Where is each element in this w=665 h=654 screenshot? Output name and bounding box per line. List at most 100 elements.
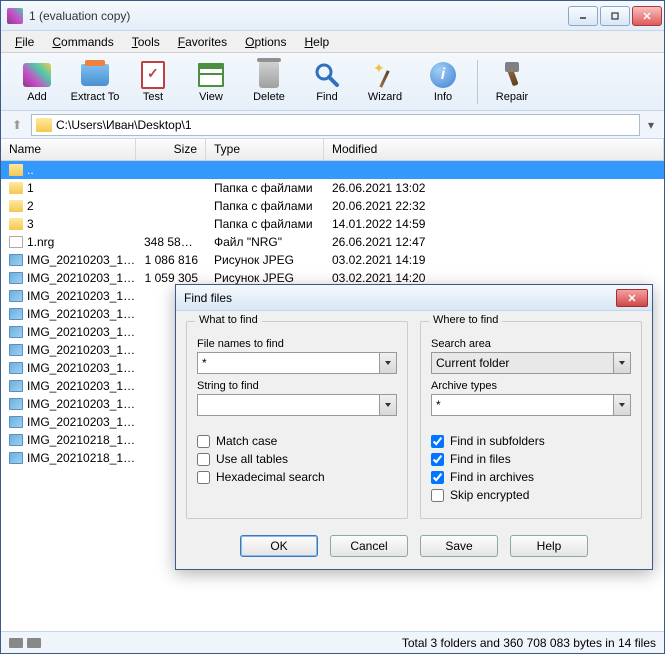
img-icon [9,398,23,410]
maximize-button[interactable] [600,6,630,26]
menubar: File Commands Tools Favorites Options He… [1,31,664,53]
folder-icon [9,164,23,176]
img-icon [9,416,23,428]
menu-tools[interactable]: Tools [124,33,168,51]
view-icon [198,63,224,87]
extract-button[interactable]: Extract To [67,56,123,108]
test-icon [141,61,165,89]
chevron-down-icon[interactable] [613,352,631,374]
img-icon [9,344,23,356]
titlebar[interactable]: 1 (evaluation copy) [1,1,664,31]
subfolders-checkbox[interactable]: Find in subfolders [431,434,631,448]
table-row[interactable]: 1.nrg348 581 330Файл "NRG"26.06.2021 12:… [1,233,664,251]
table-row[interactable]: 1Папка с файлами26.06.2021 13:02 [1,179,664,197]
filenames-label: File names to find [197,338,397,350]
chevron-down-icon[interactable] [613,394,631,416]
img-icon [9,272,23,284]
status-icons [9,638,41,648]
skipencrypted-checkbox[interactable]: Skip encrypted [431,488,631,502]
dialog-buttons: OK Cancel Save Help [176,529,652,569]
archivetypes-input[interactable] [431,394,613,416]
col-size[interactable]: Size [136,139,206,160]
file-icon [9,236,23,248]
add-button[interactable]: Add [9,56,65,108]
folder-icon [9,200,23,212]
searcharea-combo[interactable] [431,352,631,374]
cancel-button[interactable]: Cancel [330,535,408,557]
wand-icon [373,62,397,88]
dialog-close-button[interactable] [616,289,648,307]
img-icon [9,362,23,374]
test-button[interactable]: Test [125,56,181,108]
folder-icon [9,218,23,230]
path-input[interactable] [56,118,635,132]
img-icon [9,452,23,464]
inarchives-checkbox[interactable]: Find in archives [431,470,631,484]
ok-button[interactable]: OK [240,535,318,557]
matchcase-checkbox[interactable]: Match case [197,434,397,448]
path-box[interactable] [31,114,640,136]
minimize-button[interactable] [568,6,598,26]
archive-icon [23,63,51,87]
app-icon [7,8,23,24]
wizard-button[interactable]: Wizard [357,56,413,108]
extract-icon [81,64,109,86]
toolbar: Add Extract To Test View Delete Find Wiz… [1,53,664,111]
infiles-checkbox[interactable]: Find in files [431,452,631,466]
chevron-down-icon[interactable] [379,394,397,416]
col-modified[interactable]: Modified [324,139,664,160]
img-icon [9,308,23,320]
table-row[interactable]: IMG_20210203_1…1 086 816Рисунок JPEG03.0… [1,251,664,269]
help-button[interactable]: Help [510,535,588,557]
filenames-input[interactable] [197,352,379,374]
menu-options[interactable]: Options [237,33,294,51]
what-to-find-group: What to find File names to find String t… [186,321,408,519]
trash-icon [259,62,279,88]
close-button[interactable] [632,6,662,26]
string-input[interactable] [197,394,379,416]
dialog-titlebar[interactable]: Find files [176,285,652,311]
table-row[interactable]: 2Папка с файлами20.06.2021 22:32 [1,197,664,215]
img-icon [9,290,23,302]
hammer-icon [499,62,525,88]
find-button[interactable]: Find [299,56,355,108]
repair-button[interactable]: Repair [484,56,540,108]
col-type[interactable]: Type [206,139,324,160]
dialog-title: Find files [184,291,616,305]
img-icon [9,326,23,338]
save-button[interactable]: Save [420,535,498,557]
status-text: Total 3 folders and 360 708 083 bytes in… [402,636,656,650]
searcharea-input[interactable] [431,352,613,374]
archivetypes-label: Archive types [431,380,631,392]
usealltables-checkbox[interactable]: Use all tables [197,452,397,466]
table-row[interactable]: 3Папка с файлами14.01.2022 14:59 [1,215,664,233]
info-button[interactable]: iInfo [415,56,471,108]
folder-icon [36,118,52,132]
up-icon[interactable]: ⬆ [7,115,27,135]
img-icon [9,254,23,266]
view-button[interactable]: View [183,56,239,108]
searcharea-label: Search area [431,338,631,350]
col-name[interactable]: Name [1,139,136,160]
statusbar: Total 3 folders and 360 708 083 bytes in… [1,631,664,653]
addressbar: ⬆ ▾ [1,111,664,139]
menu-help[interactable]: Help [296,33,337,51]
img-icon [9,380,23,392]
string-combo[interactable] [197,394,397,416]
list-header: Name Size Type Modified [1,139,664,161]
chevron-down-icon[interactable] [379,352,397,374]
table-row[interactable]: .. [1,161,664,179]
archivetypes-combo[interactable] [431,394,631,416]
toolbar-separator [477,60,478,104]
img-icon [9,434,23,446]
path-dropdown-icon[interactable]: ▾ [644,118,658,132]
menu-favorites[interactable]: Favorites [170,33,235,51]
delete-button[interactable]: Delete [241,56,297,108]
hexsearch-checkbox[interactable]: Hexadecimal search [197,470,397,484]
menu-file[interactable]: File [7,33,42,51]
string-label: String to find [197,380,397,392]
menu-commands[interactable]: Commands [44,33,121,51]
filenames-combo[interactable] [197,352,397,374]
info-icon: i [430,62,456,88]
folder-icon [9,182,23,194]
